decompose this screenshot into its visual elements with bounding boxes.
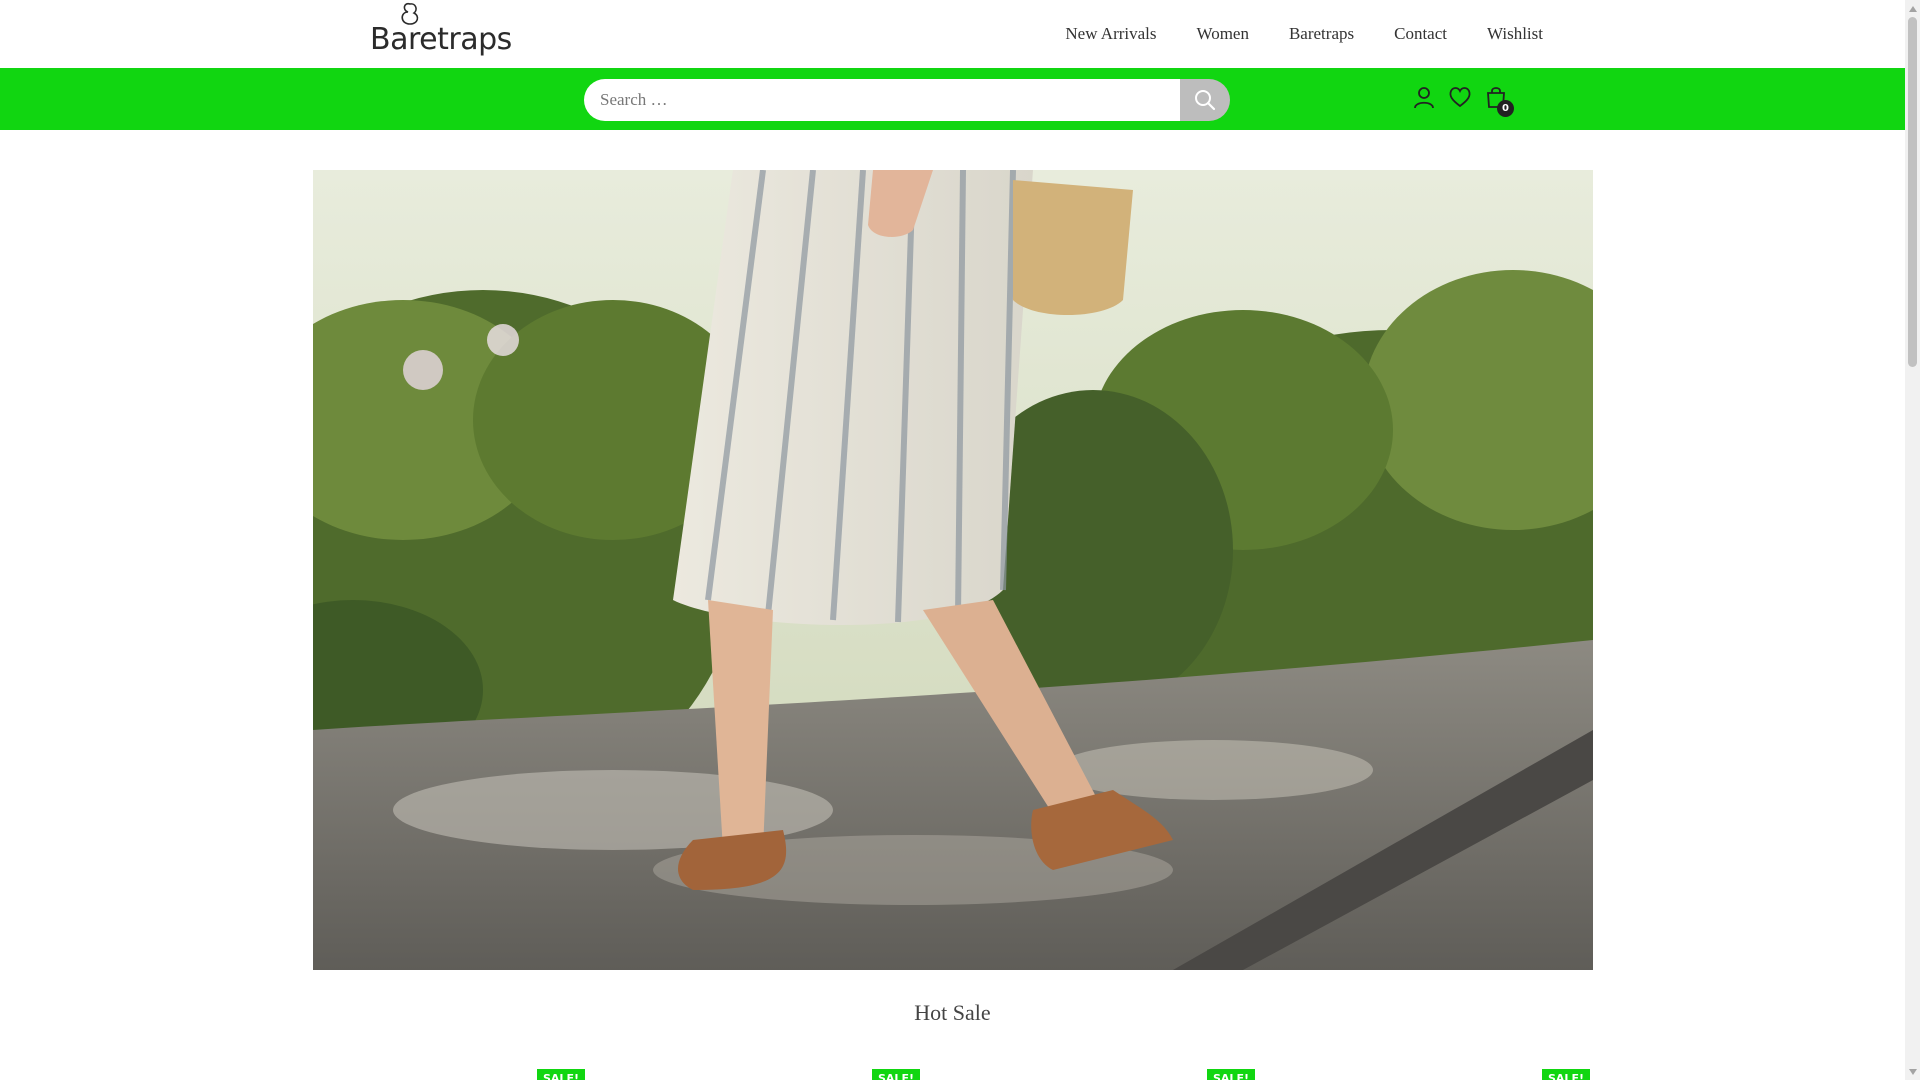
brand-name: Baretraps xyxy=(370,22,512,57)
scroll-up-icon[interactable] xyxy=(1905,0,1920,17)
page: Baretraps New Arrivals Women Baretraps C… xyxy=(0,0,1905,1080)
vertical-scrollbar[interactable] xyxy=(1905,0,1920,1080)
cart-count-badge: 0 xyxy=(1497,100,1514,117)
search-form xyxy=(584,79,1230,121)
nav-item-baretraps[interactable]: Baretraps xyxy=(1269,0,1374,68)
sale-badge: SALE! xyxy=(1207,1069,1255,1080)
scroll-down-icon[interactable] xyxy=(1905,1063,1920,1080)
nav-item-wishlist[interactable]: Wishlist xyxy=(1467,0,1563,68)
hot-sale-heading: Hot Sale xyxy=(914,1000,991,1025)
main-nav: New Arrivals Women Baretraps Contact Wis… xyxy=(1045,0,1563,68)
user-icon xyxy=(1414,87,1434,109)
nav-item-contact[interactable]: Contact xyxy=(1374,0,1467,68)
heart-icon xyxy=(1449,87,1471,108)
scrollbar-thumb[interactable] xyxy=(1908,17,1917,367)
search-icon xyxy=(1195,90,1216,111)
search-button[interactable] xyxy=(1180,79,1230,121)
search-input[interactable] xyxy=(584,79,1180,121)
wishlist-button[interactable] xyxy=(1446,83,1474,111)
nav-item-new-arrivals[interactable]: New Arrivals xyxy=(1045,0,1176,68)
sale-badge: SALE! xyxy=(537,1069,585,1080)
brand-logo[interactable]: Baretraps xyxy=(370,0,512,60)
account-button[interactable] xyxy=(1410,83,1438,111)
hero-banner-image[interactable] xyxy=(313,170,1593,970)
nav-item-women[interactable]: Women xyxy=(1177,0,1269,68)
sale-badge: SALE! xyxy=(1542,1069,1590,1080)
site-header: Baretraps New Arrivals Women Baretraps C… xyxy=(0,0,1905,68)
sale-badge: SALE! xyxy=(872,1069,920,1080)
